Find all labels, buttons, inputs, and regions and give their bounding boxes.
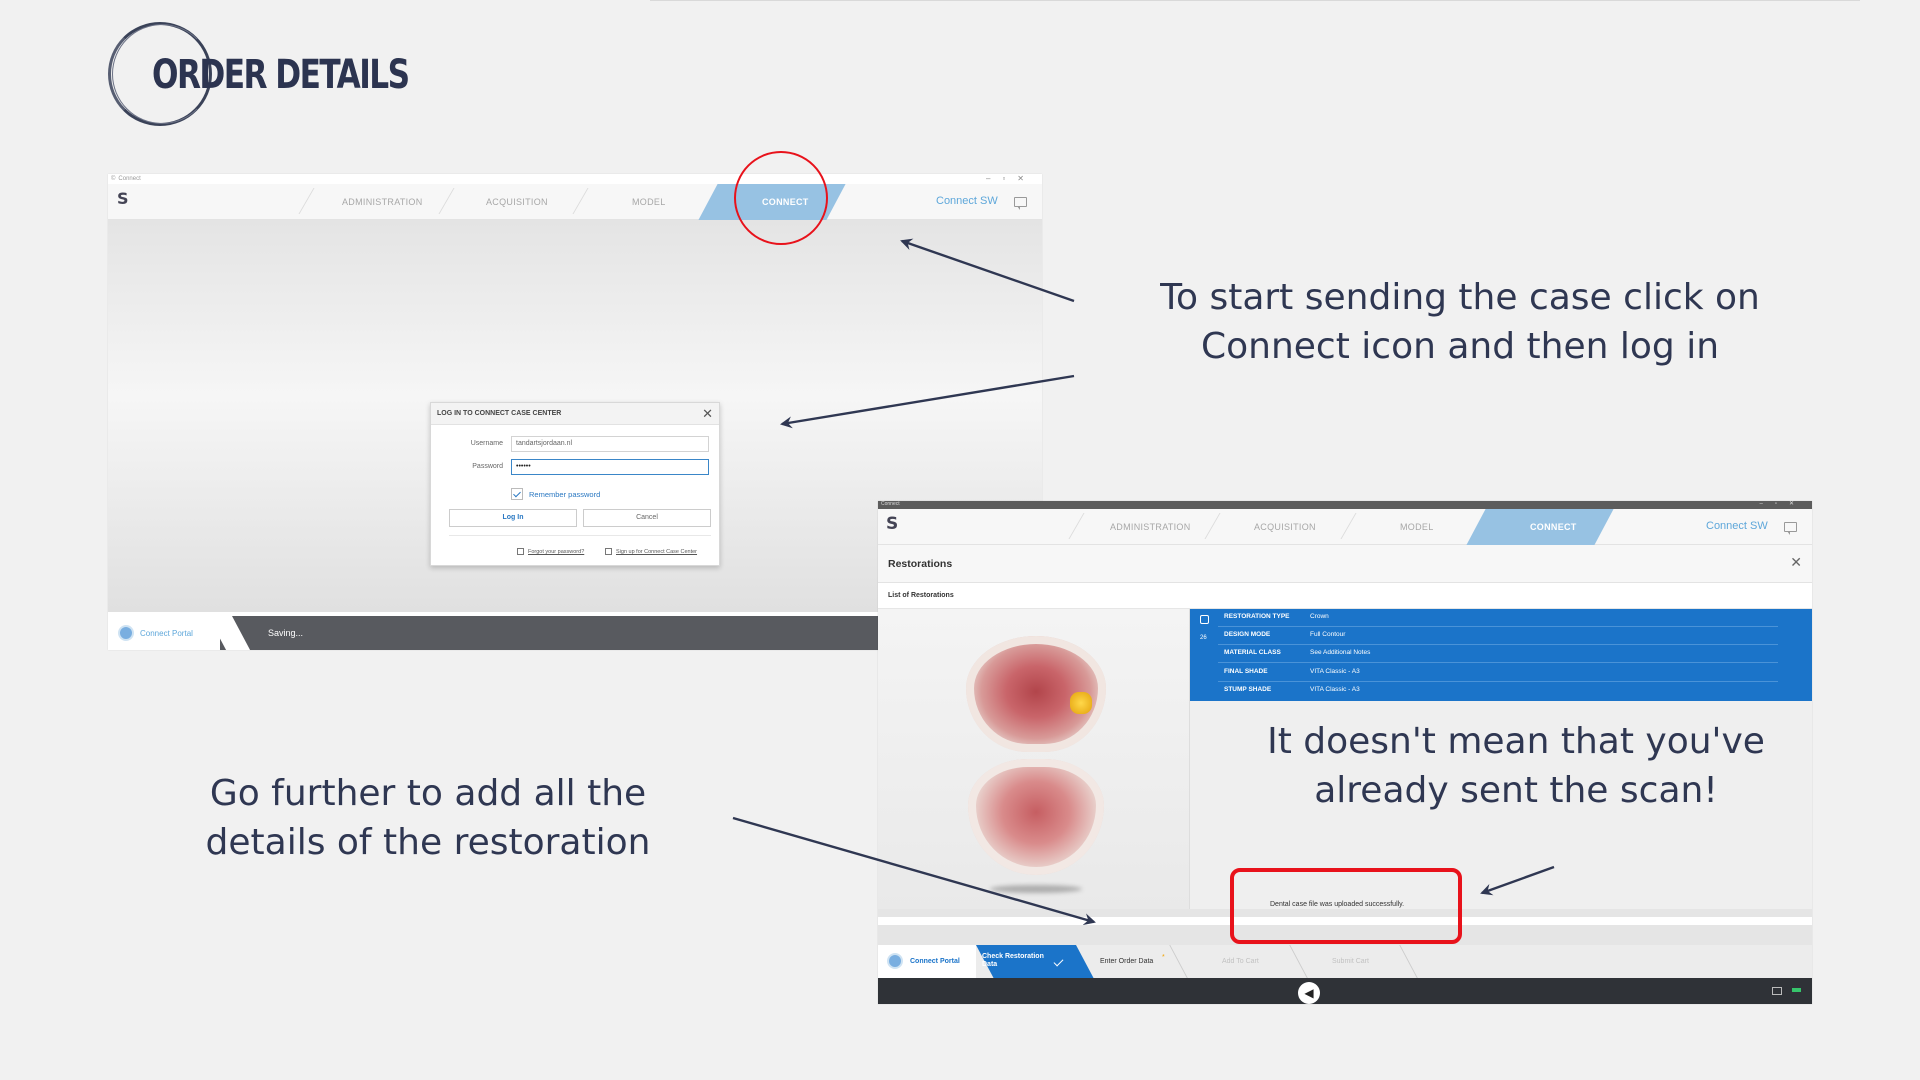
top-navigation: S ADMINISTRATION ACQUISITION MODEL CONNE…: [108, 184, 1042, 220]
upload-message-highlight-box: [1230, 868, 1462, 944]
saving-status: Saving...: [268, 628, 304, 638]
nav-separator: [572, 188, 589, 214]
app-logo: S: [117, 189, 129, 208]
slide-title: ORDER DETAILS: [152, 52, 410, 98]
app-icon: ©: [111, 176, 116, 182]
nav-tab-connect[interactable]: CONNECT: [1530, 522, 1577, 532]
nav-tab-model[interactable]: MODEL: [1400, 522, 1434, 532]
nav-tab-model[interactable]: MODEL: [632, 197, 666, 207]
crown-marker: [1070, 692, 1092, 714]
property-key: MATERIAL CLASS: [1224, 649, 1281, 656]
chat-icon[interactable]: [1014, 197, 1027, 210]
nav-separator: [438, 188, 455, 214]
property-row: STUMP SHADE VITA Classic - A3: [1218, 682, 1778, 700]
tooth-icon: [1200, 615, 1209, 624]
window-controls[interactable]: –▫✕: [1760, 501, 1807, 507]
battery-icon: [1792, 988, 1801, 992]
username-label: Username: [470, 440, 503, 447]
caption-connect-login: To start sending the case click on Conne…: [1160, 277, 1760, 367]
step-separator: [1399, 945, 1418, 978]
step-enter-order-data[interactable]: Enter Order Data: [1100, 958, 1153, 965]
top-navigation: S ADMINISTRATION ACQUISITION MODEL CONNE…: [878, 509, 1812, 545]
slide-title-block: ORDER DETAILS: [104, 18, 410, 130]
connect-portal-icon[interactable]: [887, 953, 903, 969]
login-dialog: LOG IN TO CONNECT CASE CENTER ✕ Username…: [430, 402, 720, 566]
connect-portal-icon[interactable]: [118, 625, 134, 641]
username-row: Username tandartsjordaan.nl: [431, 436, 721, 454]
window-titlebar: Connect: [878, 501, 1812, 509]
property-value: VITA Classic - A3: [1310, 686, 1360, 693]
step-submit-cart[interactable]: Submit Cart: [1332, 958, 1369, 965]
step-check-restoration-data[interactable]: Check Restoration Data: [982, 953, 1054, 968]
username-field[interactable]: tandartsjordaan.nl: [511, 436, 709, 452]
step-connect-portal[interactable]: Connect Portal: [910, 958, 960, 965]
signup-link[interactable]: Sign up for Connect Case Center: [616, 549, 697, 555]
nav-separator: [298, 188, 315, 214]
property-value: See Additional Notes: [1310, 649, 1371, 656]
connect-sw-link[interactable]: Connect SW: [936, 195, 998, 207]
model-shadow: [990, 885, 1082, 893]
window-title: Connect: [118, 176, 141, 182]
property-value: Crown: [1310, 613, 1329, 620]
restorations-header: Restorations ✕: [878, 545, 1812, 583]
nav-separator: [1340, 513, 1357, 539]
property-key: FINAL SHADE: [1224, 668, 1268, 675]
step-separator: [1289, 945, 1308, 978]
property-key: RESTORATION TYPE: [1224, 613, 1290, 620]
dialog-title: LOG IN TO CONNECT CASE CENTER: [437, 410, 562, 417]
chat-icon[interactable]: [1784, 522, 1797, 535]
connect-tab-highlight-circle: [734, 151, 828, 245]
required-asterisk: *: [1162, 954, 1165, 961]
back-arrow-icon[interactable]: ◀: [1298, 982, 1320, 1004]
property-key: STUMP SHADE: [1224, 686, 1272, 693]
remember-password-checkbox[interactable]: [511, 488, 523, 500]
connect-portal-label[interactable]: Connect Portal: [140, 629, 193, 638]
cancel-button[interactable]: Cancel: [583, 509, 711, 527]
bottom-bar: ◀: [878, 978, 1812, 1004]
external-link-icon: [517, 548, 524, 555]
property-value: Full Contour: [1310, 631, 1346, 638]
external-link-icon: [605, 548, 612, 555]
nav-separator: [1204, 513, 1221, 539]
forgot-password-link[interactable]: Forgot your password?: [528, 549, 584, 555]
close-icon[interactable]: ✕: [702, 406, 713, 422]
login-button[interactable]: Log In: [449, 509, 577, 527]
app-logo: S: [886, 514, 899, 534]
nav-tab-administration[interactable]: ADMINISTRATION: [342, 197, 423, 207]
top-divider-line: [650, 0, 1860, 1]
property-row: MATERIAL CLASS See Additional Notes: [1218, 645, 1778, 663]
tooth-number: 26: [1200, 635, 1207, 641]
connect-sw-link[interactable]: Connect SW: [1706, 520, 1768, 532]
property-row: FINAL SHADE VITA Classic - A3: [1218, 664, 1778, 682]
step-separator: [1169, 945, 1188, 978]
password-row: Password ••••••: [431, 459, 721, 477]
restorations-title: Restorations: [888, 558, 953, 570]
nav-tab-administration[interactable]: ADMINISTRATION: [1110, 522, 1191, 532]
dialog-divider: [449, 535, 711, 536]
nav-separator: [1068, 513, 1085, 539]
nav-tab-acquisition[interactable]: ACQUISITION: [1254, 522, 1316, 532]
list-header: List of Restorations: [878, 583, 1812, 609]
property-row: DESIGN MODE Full Contour: [1218, 627, 1778, 645]
caption-not-sent-warning: It doesn't mean that you've already sent…: [1267, 721, 1765, 811]
close-icon[interactable]: ✕: [1790, 554, 1802, 571]
property-key: DESIGN MODE: [1224, 631, 1271, 638]
property-value: VITA Classic - A3: [1310, 668, 1360, 675]
nav-tab-acquisition[interactable]: ACQUISITION: [486, 197, 548, 207]
workflow-steps: Connect Portal Check Restoration Data En…: [878, 945, 1812, 978]
caption-add-details: Go further to add all the details of the…: [205, 773, 651, 863]
remember-password-label[interactable]: Remember password: [529, 490, 600, 499]
property-row: RESTORATION TYPE Crown: [1218, 609, 1778, 627]
monitor-icon[interactable]: [1772, 987, 1782, 995]
password-field[interactable]: ••••••: [511, 459, 709, 475]
dialog-header: LOG IN TO CONNECT CASE CENTER ✕: [431, 403, 719, 425]
password-label: Password: [472, 463, 503, 470]
window-controls[interactable]: –▫✕: [986, 174, 1036, 183]
window-titlebar: © Connect: [108, 174, 1042, 184]
restoration-properties[interactable]: 26 RESTORATION TYPE Crown DESIGN MODE Fu…: [1190, 609, 1812, 701]
list-title: List of Restorations: [888, 592, 954, 599]
step-add-to-cart[interactable]: Add To Cart: [1222, 958, 1259, 965]
window-title: Connect: [881, 501, 900, 507]
